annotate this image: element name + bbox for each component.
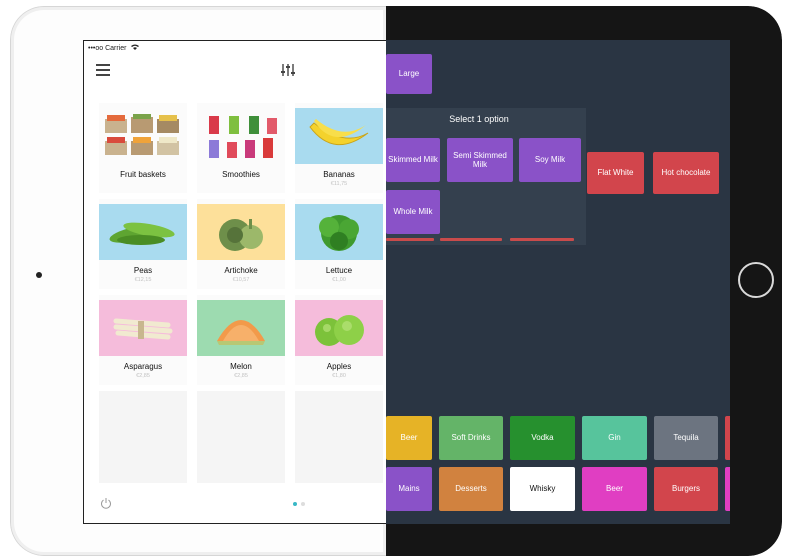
product-price: €10,57: [232, 277, 250, 283]
carrier-label: •••oo Carrier: [88, 45, 127, 52]
product-name: Asparagus: [123, 362, 163, 371]
option-soy-milk[interactable]: Soy Milk: [519, 138, 581, 182]
smoothies-image: [197, 108, 285, 164]
page-indicator: [293, 502, 305, 506]
category-gin-button[interactable]: Gin: [582, 416, 647, 460]
category-overflow-button[interactable]: [725, 416, 730, 460]
option-skimmed-milk[interactable]: Skimmed Milk: [386, 138, 440, 182]
product-tile-apples[interactable]: Apples €1,80: [295, 295, 383, 385]
product-tile-bananas[interactable]: Bananas €11,75: [295, 103, 383, 193]
product-tile-asparagus[interactable]: Asparagus €2,85: [99, 295, 187, 385]
category-burgers-button[interactable]: Burgers: [654, 467, 718, 511]
product-name: Melon: [230, 362, 252, 371]
popup-bar: [386, 238, 434, 241]
category-desserts-button[interactable]: Desserts: [439, 467, 503, 511]
category-whisky-button[interactable]: Whisky: [510, 467, 575, 511]
product-price: €2,85: [136, 373, 150, 379]
drink-flat-white-button[interactable]: Flat White: [587, 152, 644, 194]
category-mains-button[interactable]: Mains: [386, 467, 432, 511]
product-name: Fruit baskets: [120, 170, 166, 179]
option-semi-skimmed-milk[interactable]: Semi Skimmed Milk: [447, 138, 513, 182]
fruit-baskets-image: [99, 108, 187, 164]
size-large-button[interactable]: Large: [386, 54, 432, 94]
product-name: Bananas: [323, 170, 355, 179]
pos-screen: Large Select 1 option Skimmed Milk Semi …: [386, 40, 730, 524]
product-name: Peas: [133, 266, 153, 275]
peas-image: [99, 204, 187, 260]
drink-hot-chocolate-button[interactable]: Hot chocolate: [653, 152, 719, 194]
product-tile-peas[interactable]: Peas €12,15: [99, 199, 187, 289]
empty-tile: [99, 391, 187, 483]
empty-tile: [197, 391, 285, 483]
option-popup: Select 1 option Skimmed Milk Semi Skimme…: [386, 108, 586, 245]
empty-tile: [295, 391, 383, 483]
filter-sliders-icon[interactable]: [280, 63, 296, 77]
option-whole-milk[interactable]: Whole Milk: [386, 190, 440, 234]
product-name: Smoothies: [222, 170, 260, 179]
apples-image: [295, 300, 383, 356]
product-name: Lettuce: [325, 266, 353, 275]
wifi-icon: [131, 44, 140, 52]
artichoke-image: [197, 204, 285, 260]
hamburger-menu-icon[interactable]: [96, 64, 110, 76]
product-price: €2,85: [234, 373, 248, 379]
home-button[interactable]: [738, 262, 774, 298]
category-vodka-button[interactable]: Vodka: [510, 416, 575, 460]
camera-dot: [36, 272, 42, 278]
product-tile-fruit-baskets[interactable]: Fruit baskets: [99, 103, 187, 193]
category-soft-drinks-button[interactable]: Soft Drinks: [439, 416, 503, 460]
bananas-image: [295, 108, 383, 164]
category-beer-button-2[interactable]: Beer: [582, 467, 647, 511]
power-icon[interactable]: [100, 496, 112, 509]
product-tile-artichoke[interactable]: Artichoke €10,57: [197, 199, 285, 289]
product-name: Artichoke: [224, 266, 258, 275]
catalog-screen: •••oo Carrier Fruit baskets Smoothies Ba…: [83, 40, 386, 524]
product-tile-melon[interactable]: Melon €2,85: [197, 295, 285, 385]
product-price: €12,15: [134, 277, 152, 283]
product-tile-lettuce[interactable]: Lettuce €1,00: [295, 199, 383, 289]
product-price: €1,80: [332, 373, 346, 379]
status-bar: •••oo Carrier: [88, 44, 140, 52]
product-tile-smoothies[interactable]: Smoothies: [197, 103, 285, 193]
popup-bar: [440, 238, 502, 241]
asparagus-image: [99, 300, 187, 356]
product-name: Apples: [326, 362, 352, 371]
popup-title: Select 1 option: [449, 114, 509, 124]
melon-image: [197, 300, 285, 356]
category-beer-button[interactable]: Beer: [386, 416, 432, 460]
lettuce-image: [295, 204, 383, 260]
category-tequila-button[interactable]: Tequila: [654, 416, 718, 460]
product-price: €11,75: [330, 181, 348, 187]
product-price: €1,00: [332, 277, 346, 283]
popup-bar: [510, 238, 574, 241]
page-dot[interactable]: [301, 502, 305, 506]
category-overflow-button-2[interactable]: [725, 467, 730, 511]
page-dot-active[interactable]: [293, 502, 297, 506]
